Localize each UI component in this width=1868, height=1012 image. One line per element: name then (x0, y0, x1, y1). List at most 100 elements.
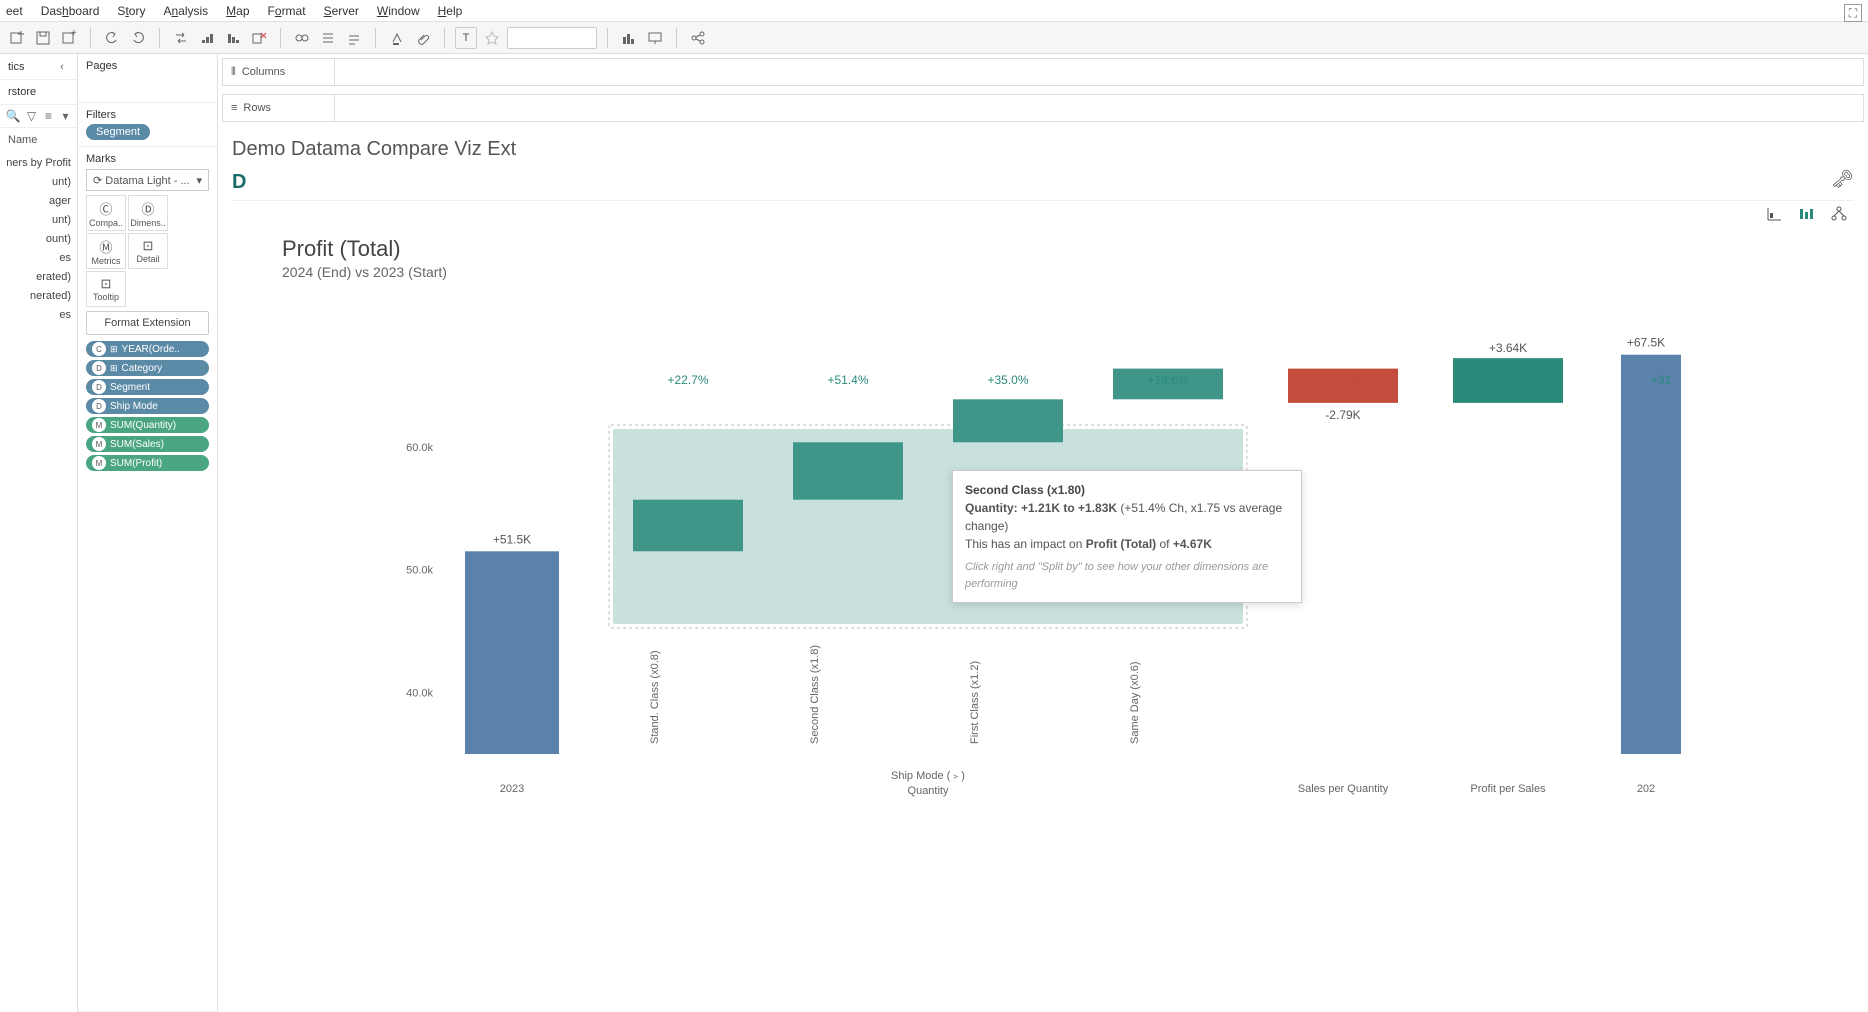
field-item[interactable]: nerated) (2, 289, 75, 303)
show-me-icon[interactable] (618, 27, 640, 49)
mark-pill[interactable]: MSUM(Sales) (86, 436, 209, 452)
menu-map[interactable]: Map (226, 4, 249, 18)
tooltip-line3: This has an impact on Profit (Total) of … (965, 535, 1289, 553)
field-item[interactable]: unt) (2, 175, 75, 189)
svg-text:Second Class (x1.8): Second Class (x1.8) (809, 645, 821, 744)
waterfall-chart[interactable]: 40.0k50.0k60.0k+51.5K2023+22.7%Stand. Cl… (232, 284, 1854, 844)
field-item[interactable]: ager (2, 194, 75, 208)
mark-cell-metrics[interactable]: ⓂMetrics (86, 233, 126, 269)
new-worksheet-icon[interactable]: + (58, 27, 80, 49)
tooltip-title: Second Class (x1.80) (965, 481, 1289, 499)
columns-label: Columns (242, 66, 285, 78)
percent-icon[interactable] (343, 27, 365, 49)
viz-toolbar (232, 201, 1854, 226)
chevron-left-icon[interactable]: ‹ (55, 60, 69, 74)
filters-shelf[interactable]: Filters Segment (78, 103, 217, 147)
menu-window[interactable]: Window (377, 4, 420, 18)
chart-title: Profit (Total) (282, 236, 1854, 262)
mark-cell-tooltip[interactable]: ⊡Tooltip (86, 271, 126, 307)
svg-text:Profit per Sales: Profit per Sales (1470, 783, 1546, 795)
viz-title[interactable]: Demo Datama Compare Viz Ext (232, 134, 1854, 165)
menu-story[interactable]: Story (117, 4, 145, 18)
svg-text:+67.5K: +67.5K (1627, 336, 1665, 350)
menu-format[interactable]: Format (268, 4, 306, 18)
search-label: Name (0, 128, 77, 152)
data-tab-label[interactable]: tics (8, 61, 25, 73)
filters-label: Filters (86, 109, 209, 121)
mark-pill[interactable]: MSUM(Quantity) (86, 417, 209, 433)
swap-icon[interactable] (170, 27, 192, 49)
chevron-down-icon[interactable]: ▾ (60, 109, 71, 123)
format-extension-button[interactable]: Format Extension (86, 311, 209, 335)
svg-text:Quantity: Quantity (908, 785, 949, 797)
svg-text:First Class (x1.2): First Class (x1.2) (969, 661, 981, 744)
sort-desc-icon[interactable] (222, 27, 244, 49)
clear-sheet-icon[interactable] (248, 27, 270, 49)
fullscreen-icon[interactable]: ⛶ (1844, 4, 1862, 22)
key-icon[interactable]: 🗝 (1831, 169, 1854, 190)
chart-tree-icon[interactable] (1830, 205, 1848, 226)
mark-pill[interactable]: D⊞Category (86, 360, 209, 376)
data-panel-head: tics ‹ (0, 54, 77, 80)
field-item[interactable]: ount) (2, 232, 75, 246)
search-icon[interactable]: 🔍 (6, 109, 20, 123)
redo-icon[interactable] (127, 27, 149, 49)
menu-analysis[interactable]: Analysis (163, 4, 208, 18)
svg-text:Stand. Class (x0.8): Stand. Class (x0.8) (649, 650, 661, 744)
mark-cell-detail[interactable]: ⊡Detail (128, 233, 168, 269)
datasource-item[interactable]: rstore (0, 80, 77, 105)
filter-pill-segment[interactable]: Segment (86, 124, 150, 140)
chart-bridge-icon[interactable] (1798, 205, 1816, 226)
save-icon[interactable] (32, 27, 54, 49)
attach-icon[interactable] (412, 27, 434, 49)
field-item[interactable]: erated) (2, 270, 75, 284)
field-item[interactable]: ners by Profit (2, 156, 75, 170)
toolbar: + T ⛶ (0, 22, 1868, 54)
svg-text:+3.64K: +3.64K (1489, 341, 1527, 355)
mark-pill[interactable]: DSegment (86, 379, 209, 395)
sort-asc-icon[interactable] (196, 27, 218, 49)
field-item[interactable]: es (2, 308, 75, 322)
datama-logo: D (232, 165, 246, 200)
group-icon[interactable] (291, 27, 313, 49)
svg-text:Sales per Quantity: Sales per Quantity (1298, 783, 1389, 795)
svg-text:Ship Mode (﹥): Ship Mode (﹥) (891, 770, 965, 782)
tooltip: Second Class (x1.80) Quantity: +1.21K to… (952, 470, 1302, 603)
mark-cell-dimens[interactable]: ⒹDimens.. (128, 195, 168, 231)
svg-text:+18.6%: +18.6% (1147, 373, 1188, 387)
mark-cell-compa[interactable]: ⒸCompa.. (86, 195, 126, 231)
pin-icon[interactable] (481, 27, 503, 49)
presentation-icon[interactable] (644, 27, 666, 49)
filter-icon[interactable]: ▽ (26, 109, 37, 123)
pages-shelf[interactable]: Pages (78, 54, 217, 103)
columns-shelf[interactable]: ⦀ Columns (222, 58, 1864, 86)
chart-waterfall-icon[interactable] (1766, 205, 1784, 226)
mark-pill[interactable]: MSUM(Profit) (86, 455, 209, 471)
rows-shelf[interactable]: ≡Rows (222, 94, 1864, 122)
tooltip-line2: Quantity: +1.21K to +1.83K (+51.4% Ch, x… (965, 499, 1289, 535)
rows-label: Rows (243, 102, 271, 114)
data-panel: tics ‹ rstore 🔍 ▽ ≡ ▾ Name ners by Profi… (0, 54, 78, 1012)
menu-help[interactable]: Help (438, 4, 463, 18)
fit-dropdown[interactable] (507, 27, 597, 49)
menu-dashboard[interactable]: Dashboard (41, 4, 100, 18)
mark-pill[interactable]: C⊞YEAR(Orde.. (86, 341, 209, 357)
totals-icon[interactable] (317, 27, 339, 49)
svg-text:Same Day (x0.6): Same Day (x0.6) (1129, 661, 1141, 744)
svg-text:+: + (71, 30, 77, 39)
mark-type-select[interactable]: ⟳ Datama Light - ...▾ (86, 169, 209, 191)
canvas: ⦀ Columns ≡Rows Demo Datama Compare Viz E… (218, 54, 1868, 1012)
menu-server[interactable]: Server (324, 4, 359, 18)
list-view-icon[interactable]: ≡ (43, 109, 54, 123)
columns-icon: ⦀ (231, 66, 236, 79)
undo-icon[interactable] (101, 27, 123, 49)
share-icon[interactable] (687, 27, 709, 49)
field-item[interactable]: unt) (2, 213, 75, 227)
highlight-icon[interactable] (386, 27, 408, 49)
menu-eet[interactable]: eet (6, 4, 23, 18)
new-datasource-icon[interactable] (6, 27, 28, 49)
mark-pill[interactable]: DShip Mode (86, 398, 209, 414)
field-item[interactable]: es (2, 251, 75, 265)
text-icon[interactable]: T (455, 27, 477, 49)
svg-text:+7.06%: +7.06% (1487, 373, 1528, 387)
